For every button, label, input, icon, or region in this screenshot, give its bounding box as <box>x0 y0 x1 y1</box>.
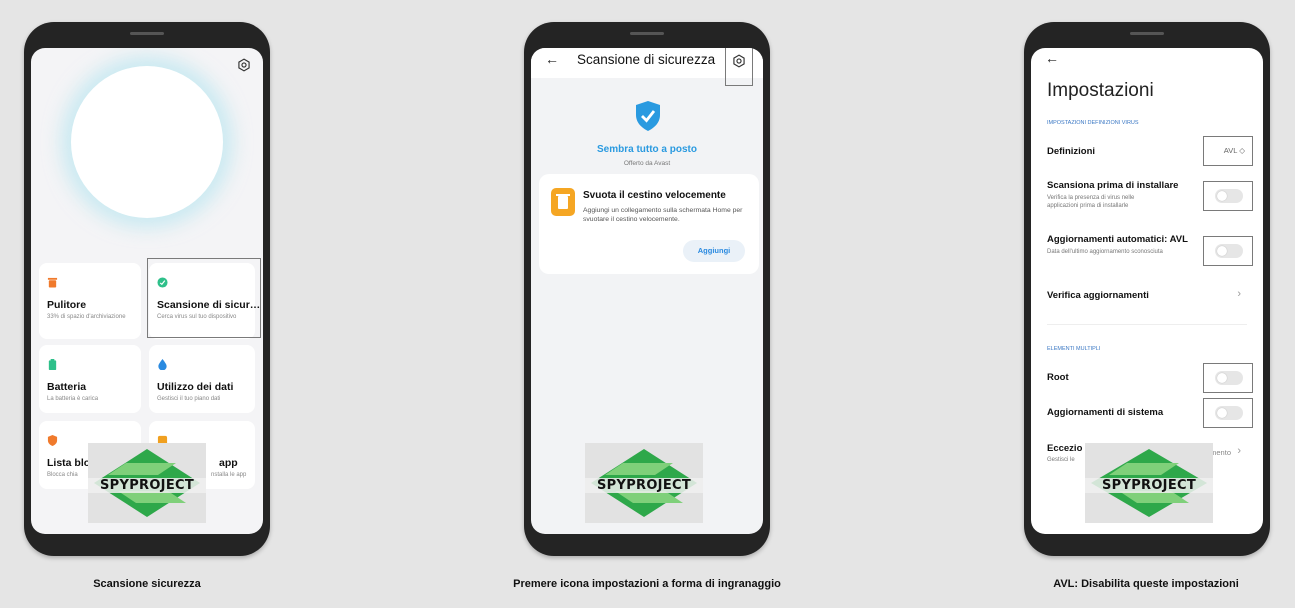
chevron-right-icon: › <box>1237 288 1241 300</box>
water-drop-icon <box>158 359 167 370</box>
card-subtitle: Gestisci il tuo piano dati <box>157 396 221 402</box>
caption-3: AVL: Disabilita queste impostazioni <box>1053 578 1239 590</box>
highlight-toggle <box>1203 236 1253 266</box>
phone-1-screen: Pulitore 33% di spazio d'archiviazione S… <box>31 48 263 534</box>
section-header: ELEMENTI MULTIPLI <box>1047 346 1101 352</box>
card-title: Batteria <box>47 381 87 393</box>
phone-frame-2: ← Scansione di sicurezza Sembra tutto a … <box>524 22 770 556</box>
chevron-right-icon: › <box>1237 445 1241 457</box>
highlight-toggle <box>1203 398 1253 428</box>
highlight-toggle <box>1203 363 1253 393</box>
caption-2: Premere icona impostazioni a forma di in… <box>513 578 781 590</box>
card-subtitle: La batteria è carica <box>47 396 99 402</box>
card-subtitle: nstalla le app <box>211 472 247 478</box>
back-arrow-icon[interactable]: ← <box>545 51 559 67</box>
phone-3-screen: ← Impostazioni IMPOSTAZIONI DEFINIZIONI … <box>1031 48 1263 534</box>
root-label: Root <box>1047 372 1069 383</box>
phone-frame-1: Pulitore 33% di spazio d'archiviazione S… <box>24 22 270 556</box>
trash-bin-icon <box>551 188 575 216</box>
page-title: Scansione di sicurezza <box>577 52 716 67</box>
shield-check-icon <box>636 101 660 131</box>
gear-icon[interactable] <box>237 58 251 72</box>
phone-frame-3: ← Impostazioni IMPOSTAZIONI DEFINIZIONI … <box>1024 22 1270 556</box>
card-subtitle: 33% di spazio d'archiviazione <box>47 314 126 320</box>
watermark-text: SPYPROJECT <box>1085 478 1213 493</box>
watermark-text: SPYPROJECT <box>585 478 703 493</box>
watermark-logo: SPYPROJECT <box>585 443 703 523</box>
exceptions-desc: Gestisci le <box>1047 457 1075 463</box>
check-updates-label[interactable]: Verifica aggiornamenti <box>1047 290 1149 301</box>
offered-by-text: Offerto da Avast <box>623 160 671 167</box>
card-title: Pulitore <box>47 299 87 311</box>
trash-icon <box>47 277 58 288</box>
page-title: Impostazioni <box>1047 80 1154 101</box>
shield-icon <box>47 435 58 446</box>
exceptions-tail: mento <box>1210 448 1231 457</box>
card-title: Svuota il cestino velocemente <box>583 190 726 201</box>
definitions-label: Definizioni <box>1047 146 1096 157</box>
status-text: Sembra tutto a posto <box>596 144 697 155</box>
auto-updates-desc: Data dell'ultimo aggiornamento sconosciu… <box>1047 249 1163 255</box>
phone-2-screen: ← Scansione di sicurezza Sembra tutto a … <box>531 48 763 534</box>
card-utilizzo-dati[interactable]: Utilizzo dei dati Gestisci il tuo piano … <box>149 345 255 413</box>
back-arrow-icon[interactable]: ← <box>1045 50 1059 66</box>
empty-trash-card: Svuota il cestino velocemente Aggiungi u… <box>539 174 759 274</box>
highlight-definitions <box>1203 136 1253 166</box>
card-title: Utilizzo dei dati <box>157 381 234 393</box>
divider <box>1047 324 1247 325</box>
watermark-logo: SPYPROJECT <box>1085 443 1213 523</box>
scan-before-install-desc: Verifica la presenza di virus nelle appl… <box>1047 195 1135 209</box>
card-pulitore[interactable]: Pulitore 33% di spazio d'archiviazione <box>39 263 141 339</box>
section-header: IMPOSTAZIONI DEFINIZIONI VIRUS <box>1047 120 1139 126</box>
scan-status-circle <box>71 66 223 218</box>
highlight-gear <box>725 48 753 86</box>
highlight-toggle <box>1203 181 1253 211</box>
exceptions-label[interactable]: Eccezio <box>1047 443 1082 454</box>
highlight-scansione <box>147 258 261 338</box>
watermark-text: SPYPROJECT <box>88 478 206 493</box>
caption-1: Scansione sicurezza <box>93 578 201 590</box>
auto-updates-label: Aggiornamenti automatici: AVL <box>1047 234 1188 245</box>
card-description: Aggiungi un collegamento sulla schermata… <box>583 207 743 223</box>
system-updates-label: Aggiornamenti di sistema <box>1047 407 1164 418</box>
watermark-logo: SPYPROJECT <box>88 443 206 523</box>
card-batteria[interactable]: Batteria La batteria è carica <box>39 345 141 413</box>
add-button[interactable]: Aggiungi <box>683 240 745 262</box>
scan-before-install-label: Scansiona prima di installare <box>1047 180 1179 191</box>
card-subtitle: Blocca chia <box>47 472 78 478</box>
card-title: app <box>219 457 238 469</box>
battery-icon <box>48 359 57 370</box>
